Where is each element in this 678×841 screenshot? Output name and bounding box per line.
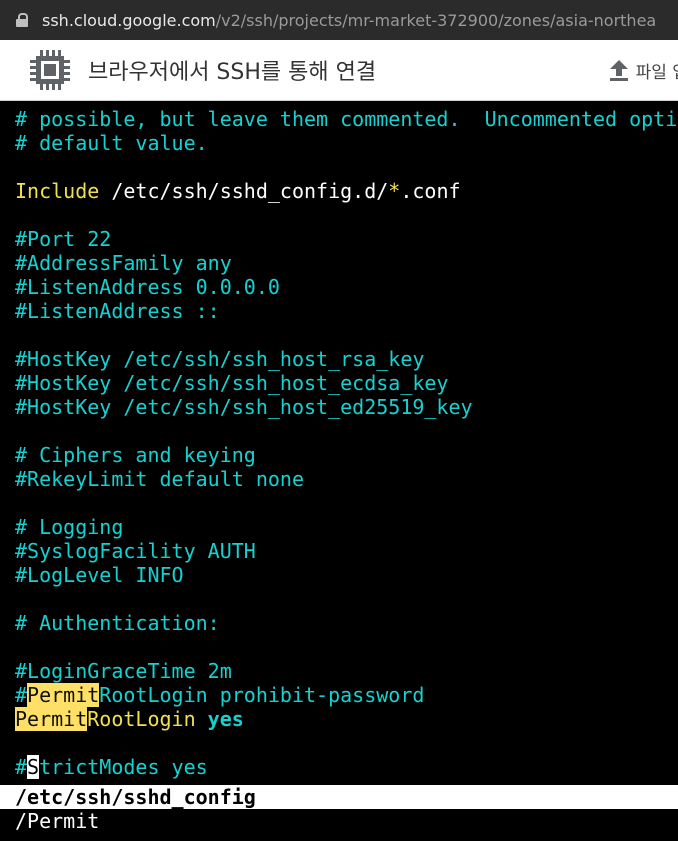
lock-icon	[16, 13, 28, 27]
terminal-line: #RekeyLimit default none	[15, 467, 304, 491]
search-match-highlight: Permit	[27, 683, 100, 707]
text-cursor: S	[27, 755, 40, 779]
rootlogin-keyword: RootLogin	[87, 707, 208, 731]
terminal-line-permit-root-login: PermitRootLogin yes	[0, 707, 678, 731]
terminal-line: #HostKey /etc/ssh/ssh_host_ed25519_key	[15, 395, 473, 419]
terminal-line: #ListenAddress 0.0.0.0	[15, 275, 280, 299]
terminal-line: # Logging	[15, 515, 124, 539]
include-path: /etc/ssh/sshd_config.d/	[99, 179, 389, 203]
terminal-line: # Authentication:	[15, 611, 220, 635]
terminal-window[interactable]: # possible, but leave them commented. Un…	[0, 101, 678, 841]
terminal-line: #SyslogFacility AUTH	[15, 539, 256, 563]
include-wildcard: *	[388, 179, 401, 203]
terminal-line: #LogLevel INFO	[15, 563, 184, 587]
terminal-line: #AddressFamily any	[15, 251, 232, 275]
terminal-line-commented-permit: #PermitRootLogin prohibit-password	[0, 683, 678, 707]
upload-file-button[interactable]: 파일 업	[608, 40, 678, 100]
url-host: ssh.cloud.google.com	[42, 10, 216, 30]
search-match-highlight: Permit	[15, 707, 88, 731]
browser-url-bar[interactable]: ssh.cloud.google.com/v2/ssh/projects/mr-…	[0, 0, 678, 40]
compute-engine-chip-icon	[30, 50, 70, 90]
editor-command-line[interactable]: /Permit	[0, 809, 678, 833]
comment-hash: #	[15, 683, 28, 707]
comment-hash: #	[15, 755, 28, 779]
url-path: /v2/ssh/projects/mr-market-372900/zones/…	[215, 10, 657, 30]
terminal-line: #Port 22	[15, 227, 112, 251]
upload-icon	[609, 60, 628, 81]
terminal-line: # default value.	[15, 131, 208, 155]
strictmodes-rest: trictModes yes	[39, 755, 208, 779]
terminal-line-strictmodes: #StrictModes yes	[0, 755, 678, 779]
include-ext: .conf	[400, 179, 461, 203]
terminal-line: #ListenAddress ::	[15, 299, 220, 323]
ssh-app-header: 브라우저에서 SSH를 통해 연결 파일 업	[0, 40, 678, 101]
terminal-line: # Ciphers and keying	[15, 443, 256, 467]
terminal-line: # possible, but leave them commented. Un…	[15, 107, 678, 131]
terminal-line: #HostKey /etc/ssh/ssh_host_ecdsa_key	[15, 371, 449, 395]
rootlogin-value: yes	[207, 707, 244, 731]
terminal-line-include: Include /etc/ssh/sshd_config.d/*.conf	[0, 179, 678, 203]
app-title: 브라우저에서 SSH를 통해 연결	[88, 60, 377, 85]
terminal-line: #LoginGraceTime 2m	[15, 659, 232, 683]
terminal-line: #HostKey /etc/ssh/ssh_host_rsa_key	[15, 347, 425, 371]
include-keyword: Include	[15, 179, 100, 203]
upload-file-label: 파일 업	[635, 62, 678, 83]
commented-rootlogin-rest: RootLogin prohibit-password	[99, 683, 425, 707]
editor-status-bar: /etc/ssh/sshd_config	[0, 785, 678, 809]
